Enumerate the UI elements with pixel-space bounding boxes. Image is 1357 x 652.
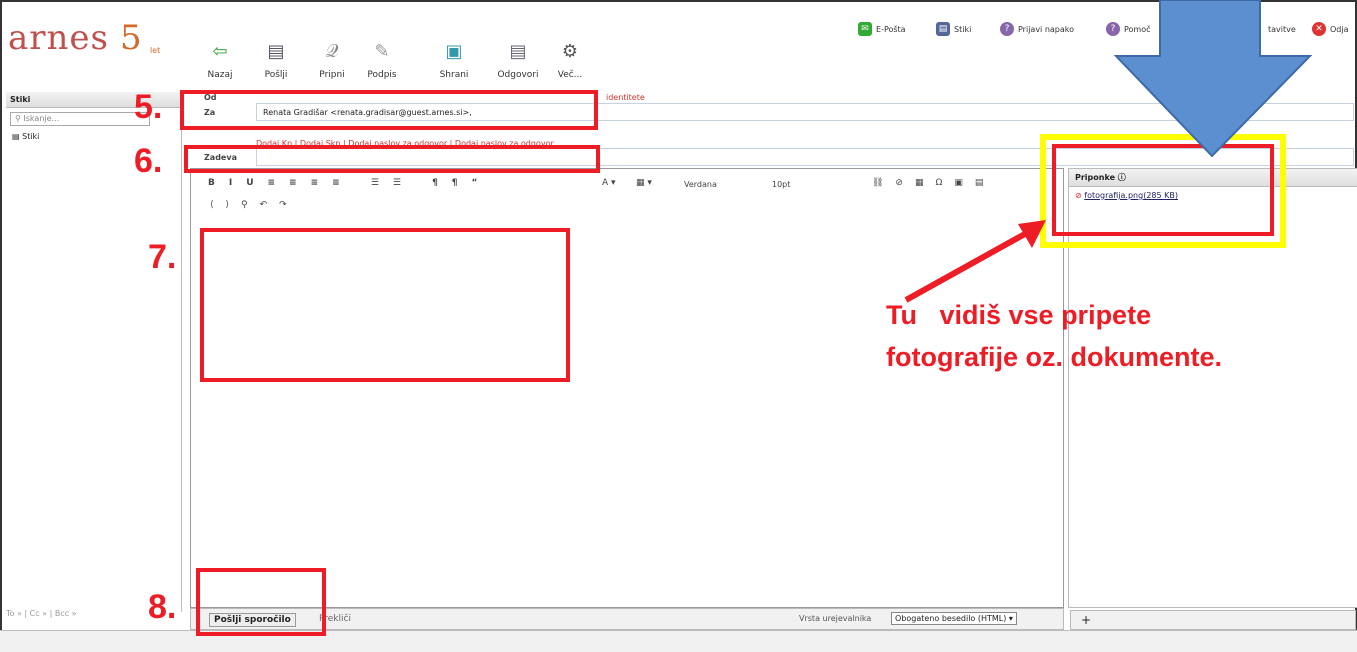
- red-pointer-line: [904, 227, 1034, 303]
- annotation-line-1: Tu vidiš vse pripete: [886, 300, 1152, 330]
- annotation-line-2: fotografije oz. dokumente.: [886, 342, 1223, 372]
- blue-down-arrow: [1113, 0, 1313, 158]
- annotation-text: Tu vidiš vse pripete fotografije oz. dok…: [886, 294, 1222, 378]
